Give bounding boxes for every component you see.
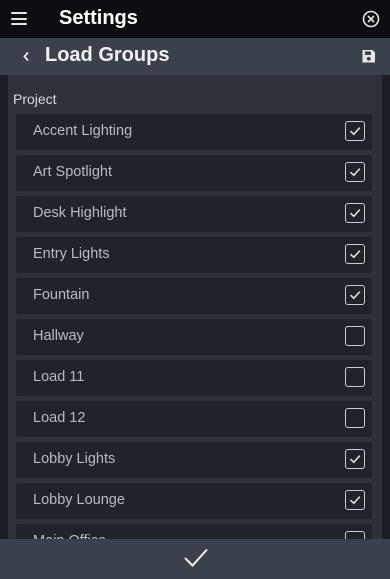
- bottom-bar: [0, 539, 390, 579]
- check-icon: [349, 250, 361, 259]
- list-item[interactable]: Load 11: [16, 360, 372, 396]
- checkbox-checked[interactable]: [345, 162, 365, 182]
- list-item-label: Load 11: [33, 369, 85, 385]
- checkbox-checked[interactable]: [345, 490, 365, 510]
- checkbox-checked[interactable]: [345, 203, 365, 223]
- checkbox-checked[interactable]: [345, 449, 365, 469]
- list-item[interactable]: Desk Highlight: [16, 196, 372, 232]
- list-item[interactable]: Fountain: [16, 278, 372, 314]
- list-item-label: Fountain: [33, 287, 90, 303]
- hamburger-icon[interactable]: [11, 12, 27, 25]
- list-item[interactable]: Main Office: [16, 524, 372, 539]
- list-item[interactable]: Entry Lights: [16, 237, 372, 273]
- checkbox-checked[interactable]: [345, 244, 365, 264]
- checkbox-unchecked[interactable]: [345, 326, 365, 346]
- list-item-label: Lobby Lights: [33, 451, 116, 467]
- list-item[interactable]: Lobby Lounge: [16, 483, 372, 519]
- list-item[interactable]: Art Spotlight: [16, 155, 372, 191]
- check-icon: [349, 455, 361, 464]
- page-title: Load Groups: [45, 44, 170, 66]
- list-item[interactable]: Accent Lighting: [16, 114, 372, 150]
- list-item-label: Lobby Lounge: [33, 492, 125, 508]
- list-item-label: Accent Lighting: [33, 123, 133, 139]
- checkbox-unchecked[interactable]: [345, 408, 365, 428]
- save-icon[interactable]: [361, 49, 376, 64]
- list-item-label: Art Spotlight: [33, 164, 112, 180]
- checkbox-unchecked[interactable]: [345, 531, 365, 539]
- sub-header: Load Groups: [0, 38, 390, 75]
- list-item-label: Hallway: [33, 328, 84, 344]
- load-group-list[interactable]: Project Accent Lighting Art Spotlight Desk…: [8, 75, 382, 539]
- list-item[interactable]: Hallway: [16, 319, 372, 355]
- checkbox-unchecked[interactable]: [345, 367, 365, 387]
- check-icon: [349, 209, 361, 218]
- checkbox-checked[interactable]: [345, 285, 365, 305]
- checkmark-icon[interactable]: [183, 547, 209, 569]
- check-icon: [349, 496, 361, 505]
- check-icon: [349, 127, 361, 136]
- list-item-label: Load 12: [33, 410, 86, 426]
- app-title: Settings: [59, 7, 138, 29]
- top-bar: Settings: [0, 0, 390, 38]
- list-item[interactable]: Lobby Lights: [16, 442, 372, 478]
- list-item-label: Entry Lights: [33, 246, 110, 262]
- list-item-label: Desk Highlight: [33, 205, 127, 221]
- checkbox-checked[interactable]: [345, 121, 365, 141]
- chevron-left-icon[interactable]: [22, 51, 30, 62]
- close-icon[interactable]: [362, 10, 380, 28]
- section-label: Project: [13, 91, 57, 107]
- list-item[interactable]: Load 12: [16, 401, 372, 437]
- check-icon: [349, 291, 361, 300]
- check-icon: [349, 168, 361, 177]
